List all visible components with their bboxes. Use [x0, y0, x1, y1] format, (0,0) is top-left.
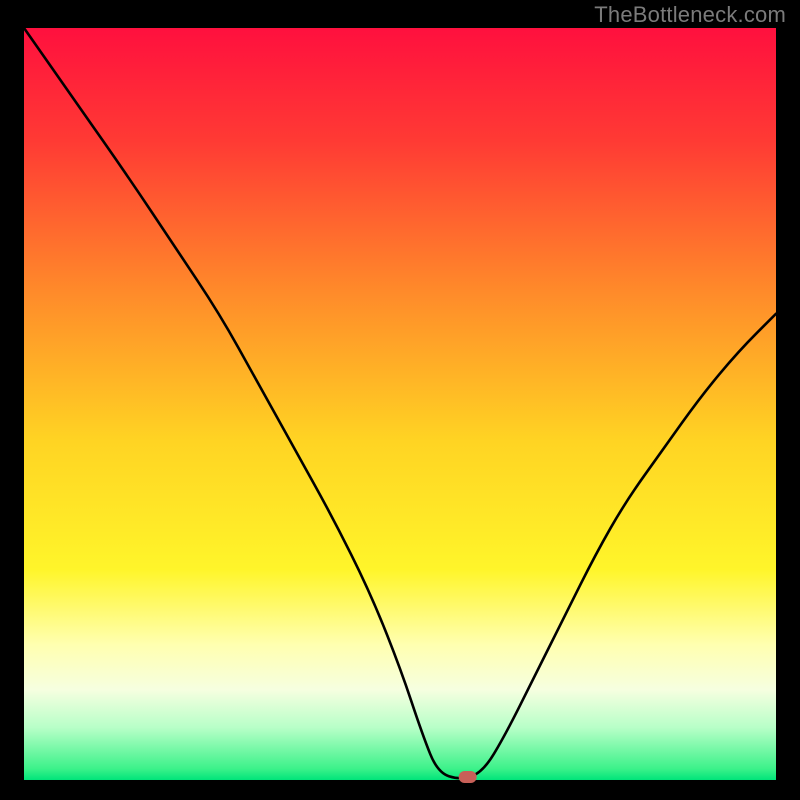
watermark-text: TheBottleneck.com	[594, 2, 786, 28]
bottleneck-chart	[0, 0, 800, 800]
chart-frame: TheBottleneck.com	[0, 0, 800, 800]
optimal-point-marker	[459, 771, 477, 783]
